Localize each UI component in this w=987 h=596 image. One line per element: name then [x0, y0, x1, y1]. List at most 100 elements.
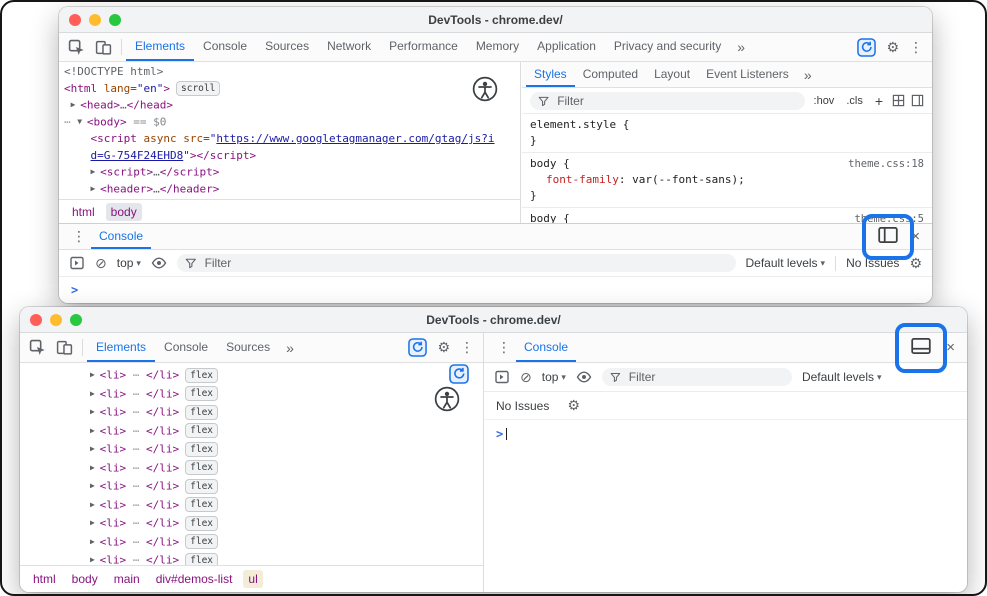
- breadcrumb-main[interactable]: main: [109, 570, 145, 588]
- li-tree-row[interactable]: ▶ <li> ⋯ </li>flex: [20, 514, 483, 533]
- console-settings-icon[interactable]: ⚙: [909, 255, 922, 272]
- clear-console-icon[interactable]: ⊘: [520, 369, 532, 386]
- css-declaration[interactable]: font-family: var(--font-sans);: [522, 172, 932, 188]
- kebab-menu-icon[interactable]: ⋮: [904, 33, 928, 61]
- drawer-tab-console[interactable]: Console: [91, 224, 151, 249]
- issues-row: No Issues ⚙: [484, 392, 967, 420]
- console-panel-tab[interactable]: Console: [516, 333, 576, 362]
- device-toolbar-icon[interactable]: [90, 33, 117, 61]
- sync-icon[interactable]: [403, 333, 432, 362]
- console-filter-input[interactable]: [627, 369, 784, 385]
- tab-sources[interactable]: Sources: [217, 333, 279, 362]
- zoom-window-button[interactable]: [109, 14, 121, 26]
- console-filter-input[interactable]: [203, 255, 728, 271]
- issues-counter[interactable]: No Issues: [496, 399, 549, 413]
- breadcrumb-body[interactable]: body: [67, 570, 103, 588]
- dom-tree-row-selected[interactable]: ⋯ ▼ <body> == $0: [59, 114, 520, 131]
- li-tree-row[interactable]: ▶ <li> ⋯ </li>flex: [20, 533, 483, 552]
- dom-tree-row[interactable]: d=G-754F24EHD8"></script>: [59, 148, 520, 165]
- computed-panel-icon[interactable]: [911, 94, 924, 107]
- dom-tree-row[interactable]: <html lang="en">scroll: [59, 81, 520, 98]
- levels-selector[interactable]: Default levels▾: [802, 370, 882, 384]
- toggle-hover-state-button[interactable]: :hov: [811, 95, 838, 107]
- inspect-element-icon[interactable]: [63, 33, 90, 61]
- dom-tree-row[interactable]: <!DOCTYPE html>: [59, 64, 520, 81]
- rule-element-style[interactable]: element.style {: [522, 117, 932, 133]
- li-tree-row[interactable]: ▶ <li> ⋯ </li>flex: [20, 551, 483, 565]
- eye-icon[interactable]: [576, 369, 592, 385]
- tab-console[interactable]: Console: [155, 333, 217, 362]
- more-tabs-icon[interactable]: »: [279, 333, 301, 362]
- styles-filter-pill: [530, 92, 805, 110]
- dock-to-bottom-icon[interactable]: [910, 336, 932, 361]
- dock-to-right-icon[interactable]: [877, 225, 899, 250]
- dom-tree-row[interactable]: ▶ <header>…</header>: [59, 181, 520, 198]
- tab-console[interactable]: Console: [194, 33, 256, 61]
- more-sidebar-tabs-icon[interactable]: »: [797, 62, 819, 87]
- breadcrumb-html[interactable]: html: [28, 570, 61, 588]
- li-tree-row[interactable]: ▶ <li> ⋯ </li>flex: [20, 496, 483, 515]
- console-sidebar-icon[interactable]: [69, 255, 85, 271]
- tab-application[interactable]: Application: [528, 33, 605, 61]
- breadcrumb-html[interactable]: html: [67, 203, 100, 221]
- sync-icon[interactable]: [852, 33, 881, 61]
- context-selector[interactable]: top▾: [117, 256, 141, 270]
- li-tree-row[interactable]: ▶ <li> ⋯ </li>flex: [20, 403, 483, 422]
- tab-styles[interactable]: Styles: [526, 62, 575, 87]
- stylesheet-link[interactable]: theme.css:18: [848, 156, 924, 172]
- more-tabs-icon[interactable]: »: [730, 33, 752, 61]
- window-titlebar[interactable]: DevTools - chrome.dev/: [20, 307, 967, 333]
- tab-privacy-security[interactable]: Privacy and security: [605, 33, 730, 61]
- zoom-window-button[interactable]: [70, 314, 82, 326]
- li-tree-row[interactable]: ▶ <li> ⋯ </li>flex: [20, 459, 483, 478]
- tab-elements[interactable]: Elements: [126, 33, 194, 61]
- context-selector[interactable]: top▾: [542, 370, 566, 384]
- minimize-window-button[interactable]: [89, 14, 101, 26]
- tab-elements[interactable]: Elements: [87, 333, 155, 362]
- tab-event-listeners[interactable]: Event Listeners: [698, 62, 797, 87]
- console-kebab-menu-icon[interactable]: ⋮: [492, 333, 516, 362]
- li-tree-row[interactable]: ▶ <li> ⋯ </li>flex: [20, 477, 483, 496]
- drawer-kebab-menu-icon[interactable]: ⋮: [67, 224, 91, 249]
- tab-sources[interactable]: Sources: [256, 33, 318, 61]
- console-settings-icon[interactable]: ⚙: [567, 397, 580, 414]
- toggle-class-button[interactable]: .cls: [843, 95, 866, 107]
- li-tree-row[interactable]: ▶ <li> ⋯ </li>flex: [20, 366, 483, 385]
- tab-network[interactable]: Network: [318, 33, 380, 61]
- li-tree-row[interactable]: ▶ <li> ⋯ </li>flex: [20, 385, 483, 404]
- console-prompt-area[interactable]: >: [59, 277, 932, 303]
- clear-console-icon[interactable]: ⊘: [95, 255, 107, 272]
- new-style-rule-button[interactable]: +: [872, 93, 886, 109]
- minimize-window-button[interactable]: [50, 314, 62, 326]
- tab-performance[interactable]: Performance: [380, 33, 467, 61]
- breadcrumb-ul[interactable]: ul: [243, 570, 262, 588]
- kebab-menu-icon[interactable]: ⋮: [455, 333, 479, 362]
- accessibility-icon[interactable]: [472, 76, 498, 107]
- tab-layout[interactable]: Layout: [646, 62, 698, 87]
- dom-tree-row[interactable]: ▶ <head>…</head>: [59, 97, 520, 114]
- console-prompt-area[interactable]: >: [484, 420, 967, 447]
- li-tree-row[interactable]: ▶ <li> ⋯ </li>flex: [20, 440, 483, 459]
- settings-gear-icon[interactable]: ⚙: [881, 33, 904, 61]
- styles-filter-input[interactable]: [555, 93, 796, 109]
- inspect-element-icon[interactable]: [24, 333, 51, 362]
- main-toolbar: Elements Console Sources Network Perform…: [59, 33, 932, 62]
- window-titlebar[interactable]: DevTools - chrome.dev/: [59, 7, 932, 33]
- dom-tree-row[interactable]: <script async src="https://www.googletag…: [59, 131, 520, 148]
- device-toolbar-icon[interactable]: [51, 333, 78, 362]
- breadcrumb-body[interactable]: body: [106, 203, 142, 221]
- accessibility-icon[interactable]: [434, 386, 460, 417]
- dom-tree-row[interactable]: ▶ <script>…</script>: [59, 164, 520, 181]
- grid-overlay-icon[interactable]: [892, 94, 905, 107]
- breadcrumb-div-demos-list[interactable]: div#demos-list: [151, 570, 238, 588]
- close-window-button[interactable]: [30, 314, 42, 326]
- eye-icon[interactable]: [151, 255, 167, 271]
- console-sidebar-icon[interactable]: [494, 369, 510, 385]
- levels-selector[interactable]: Default levels▾: [746, 256, 826, 270]
- tab-computed[interactable]: Computed: [575, 62, 646, 87]
- li-tree-row[interactable]: ▶ <li> ⋯ </li>flex: [20, 422, 483, 441]
- rule-body-theme18[interactable]: body { theme.css:18: [522, 156, 932, 172]
- tab-memory[interactable]: Memory: [467, 33, 528, 61]
- settings-gear-icon[interactable]: ⚙: [432, 333, 455, 362]
- close-window-button[interactable]: [69, 14, 81, 26]
